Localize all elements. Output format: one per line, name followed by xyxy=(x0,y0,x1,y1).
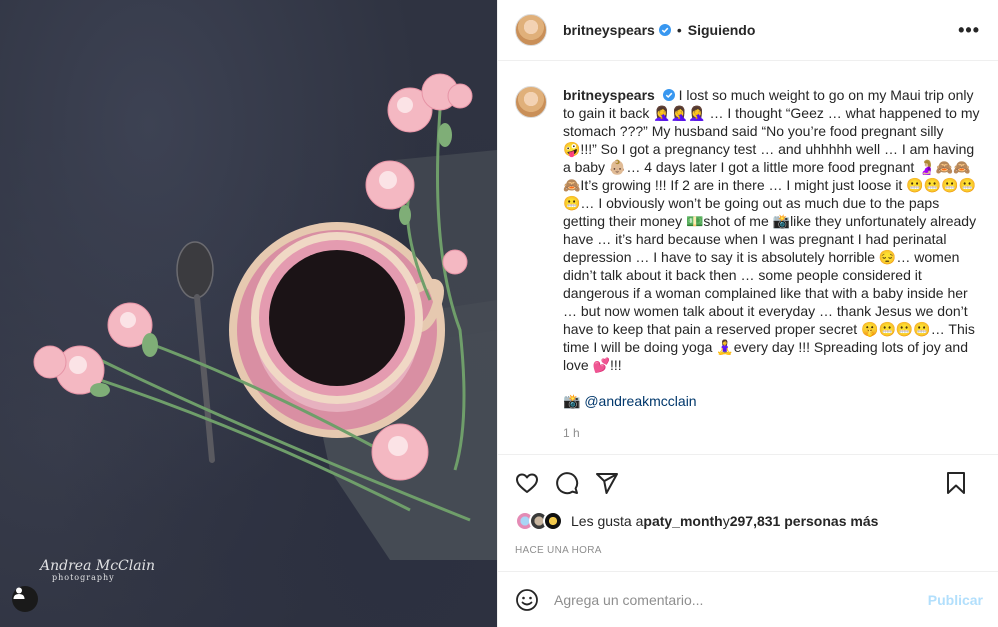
share-icon xyxy=(596,473,618,494)
verified-badge-icon xyxy=(662,89,675,101)
caption-username[interactable]: britneyspears xyxy=(563,87,655,103)
header-separator: • xyxy=(676,22,682,38)
post-header: britneyspears • Siguiendo ••• xyxy=(498,0,998,61)
share-button[interactable] xyxy=(594,470,620,496)
likes-conjunction: y xyxy=(722,513,730,529)
bookmark-icon xyxy=(947,472,965,494)
comment-icon xyxy=(556,472,579,495)
caption-body: britneyspears I lost so much weight to g… xyxy=(563,86,981,442)
liker-username-link[interactable]: paty_month xyxy=(643,513,722,529)
save-button[interactable] xyxy=(943,470,969,496)
liker-avatars[interactable] xyxy=(515,511,565,531)
likes-summary: Les gusta a paty_month y 297,831 persona… xyxy=(515,511,878,531)
post-side-panel: britneyspears • Siguiendo ••• britneyspe… xyxy=(497,0,998,627)
post-photo[interactable]: Andrea McClain photography xyxy=(0,0,497,627)
following-button[interactable]: Siguiendo xyxy=(688,22,756,38)
like-button[interactable] xyxy=(514,470,540,496)
person-icon xyxy=(13,587,25,599)
likes-prefix: Les gusta a xyxy=(571,513,644,529)
credit-mention-link[interactable]: @andreakmcclain xyxy=(584,393,696,409)
likes-count-link[interactable]: 297,831 personas más xyxy=(730,513,879,529)
avatar xyxy=(543,511,563,531)
action-bar xyxy=(498,468,998,498)
photo-credit: 📸 @andreakmcclain xyxy=(563,392,981,410)
tagged-users-button[interactable] xyxy=(12,586,38,612)
avatar[interactable] xyxy=(515,14,547,46)
camera-emoji: 📸 xyxy=(563,393,585,409)
comment-input[interactable] xyxy=(554,591,928,608)
caption-area: britneyspears I lost so much weight to g… xyxy=(498,62,998,455)
smiley-icon xyxy=(516,588,538,611)
photo-illustration xyxy=(33,73,497,560)
caption-time[interactable]: 1 h xyxy=(563,424,981,442)
publish-button[interactable]: Publicar xyxy=(928,592,983,608)
posted-timestamp[interactable]: HACE UNA HORA xyxy=(515,545,602,556)
caption-avatar[interactable] xyxy=(515,86,547,118)
emoji-picker-button[interactable] xyxy=(514,587,540,613)
comment-bar: Publicar xyxy=(498,571,998,627)
comment-button[interactable] xyxy=(554,470,580,496)
more-options-icon[interactable]: ••• xyxy=(958,20,980,41)
heart-icon xyxy=(516,473,538,493)
caption-row: britneyspears I lost so much weight to g… xyxy=(515,86,982,442)
photo-watermark: Andrea McClain photography xyxy=(40,559,155,584)
caption-text: I lost so much weight to go on my Maui t… xyxy=(563,87,980,373)
header-username[interactable]: britneyspears xyxy=(563,22,655,38)
verified-badge-icon xyxy=(658,24,671,36)
